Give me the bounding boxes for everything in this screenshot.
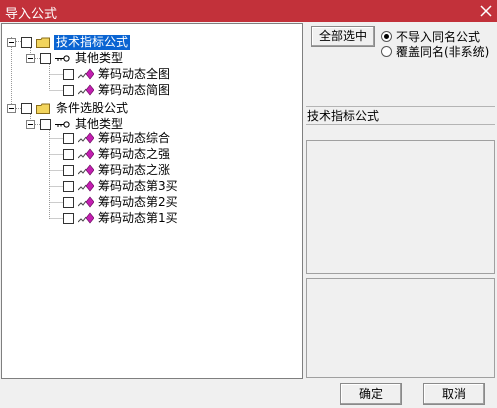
checkbox[interactable] [40,118,51,130]
checkbox[interactable] [63,84,74,96]
divider [306,124,495,125]
checkbox[interactable] [40,52,51,64]
tree-node-formula[interactable]: 筹码动态综合 [63,130,172,146]
tree-node-formula[interactable]: 筹码动态全图 [63,66,172,82]
close-button[interactable] [475,0,497,22]
formula-icon [78,196,94,208]
tree-label: 技术指标公式 [54,34,131,50]
tree-node-tech-indicator[interactable]: 技术指标公式 [7,34,131,50]
tree-node-formula[interactable]: 筹码动态第2买 [63,194,180,210]
tree-label: 其他类型 [75,50,124,65]
key-icon [55,54,70,62]
tree-label: 条件选股公式 [56,100,129,115]
collapse-toggle[interactable] [7,103,16,113]
close-icon [480,5,492,17]
tree-label: 筹码动态第3买 [98,178,178,193]
folder-icon [36,37,50,48]
tree-node-formula[interactable]: 筹码动态之强 [63,146,172,162]
tree-node-stock-screening[interactable]: 条件选股公式 [7,100,130,116]
key-icon [55,120,70,128]
checkbox[interactable] [21,36,32,48]
checkbox[interactable] [63,148,74,160]
formula-icon [78,180,94,192]
checkbox[interactable] [63,68,74,80]
formula-icon [78,212,94,224]
tree-node-formula[interactable]: 筹码动态之涨 [63,162,172,178]
collapse-toggle[interactable] [26,53,35,63]
formula-icon [78,148,94,160]
tree-node-formula[interactable]: 筹码动态简图 [63,82,172,98]
info-heading: 技术指标公式 [307,109,380,123]
formula-icon [78,84,94,96]
tree-label: 筹码动态第1买 [98,210,178,225]
collapse-toggle[interactable] [7,37,16,47]
formula-tree[interactable]: 技术指标公式 其他类型 筹码动态全图 筹码动态简图 条件选股公式 其他类型 筹码… [1,23,303,379]
formula-icon [78,164,94,176]
radio-overwrite-duplicates[interactable]: 覆盖同名(非系统) [381,43,489,60]
tree-label: 筹码动态全图 [98,66,171,81]
tree-label: 筹码动态综合 [98,130,171,145]
info-panel-top [306,140,495,274]
checkbox[interactable] [21,102,32,114]
checkbox[interactable] [63,180,74,192]
checkbox[interactable] [63,212,74,224]
formula-icon [78,68,94,80]
tree-label: 筹码动态简图 [98,82,171,97]
tree-label: 筹码动态之强 [98,146,171,161]
tree-node-formula[interactable]: 筹码动态第3买 [63,178,180,194]
radio-button[interactable] [381,31,392,42]
radio-label: 覆盖同名(非系统) [396,45,490,59]
checkbox[interactable] [63,196,74,208]
checkbox[interactable] [63,164,74,176]
radio-button[interactable] [381,46,392,57]
checkbox[interactable] [63,132,74,144]
tree-label: 筹码动态第2买 [98,194,178,209]
title-bar: 导入公式 [0,0,497,22]
formula-icon [78,132,94,144]
tree-node-other-type[interactable]: 其他类型 [26,50,125,66]
select-all-button[interactable]: 全部选中 [311,26,375,47]
ok-button[interactable]: 确定 [340,383,402,405]
tree-label: 筹码动态之涨 [98,162,171,177]
cancel-button[interactable]: 取消 [423,383,485,405]
window-title: 导入公式 [5,7,58,22]
tree-node-formula[interactable]: 筹码动态第1买 [63,210,180,226]
collapse-toggle[interactable] [26,119,35,129]
folder-icon [36,103,50,114]
info-panel-bottom [306,278,495,378]
